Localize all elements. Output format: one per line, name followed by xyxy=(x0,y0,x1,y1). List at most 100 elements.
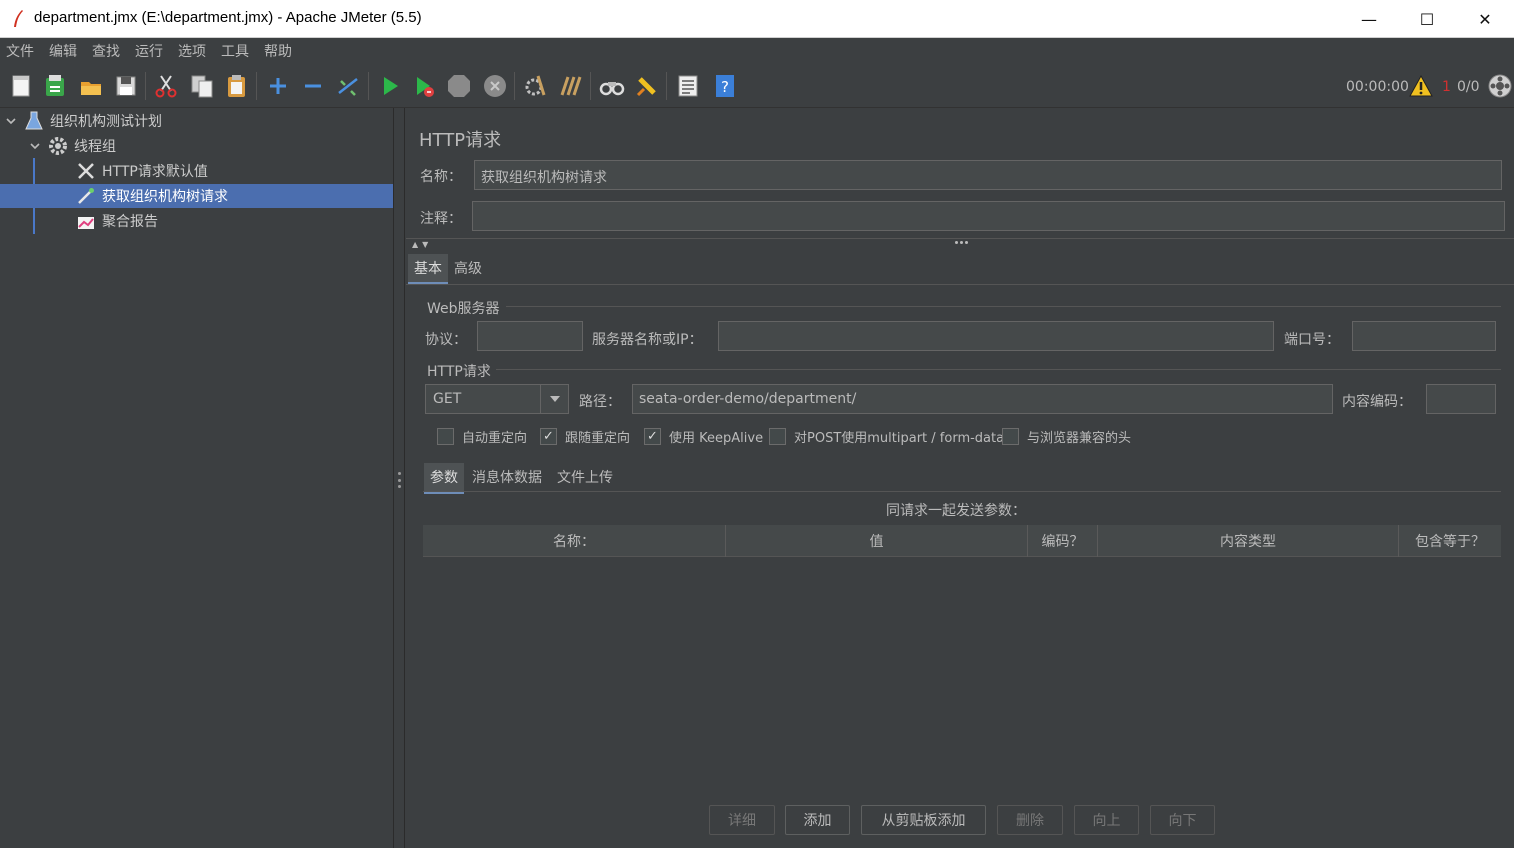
move-down-button[interactable]: 向下 xyxy=(1150,805,1215,835)
column-encode[interactable]: 编码？ xyxy=(1028,525,1098,557)
http-request-legend: HTTP请求 xyxy=(427,364,491,380)
toolbar: ? 00:00:00 1 0/0 xyxy=(0,64,1514,108)
svg-text:?: ? xyxy=(721,78,729,96)
vertical-splitter[interactable] xyxy=(393,108,405,848)
remote-status-icon xyxy=(1486,72,1514,100)
http-request-panel: HTTP请求 名称： 获取组织机构树请求 注释： ▲▼ 基本 高级 Web服务器… xyxy=(406,108,1514,848)
protocol-field[interactable] xyxy=(477,321,583,351)
checkmark-icon[interactable]: ✓ xyxy=(644,428,661,445)
menu-help[interactable]: 帮助 xyxy=(258,41,301,61)
protocol-label: 协议： xyxy=(425,332,467,348)
server-field[interactable] xyxy=(718,321,1274,351)
pipette-icon xyxy=(76,186,96,206)
flask-icon xyxy=(24,111,44,131)
encoding-field[interactable] xyxy=(1426,384,1496,414)
open-icon[interactable] xyxy=(77,72,105,100)
tools-icon xyxy=(76,161,96,181)
collapse-icon[interactable] xyxy=(299,72,327,100)
tab-body-data[interactable]: 消息体数据 xyxy=(466,463,548,491)
splitter-arrows-icon[interactable]: ▲▼ xyxy=(412,240,432,249)
chart-icon xyxy=(76,211,96,231)
web-server-legend: Web服务器 xyxy=(427,301,500,317)
chevron-down-icon[interactable] xyxy=(4,114,18,128)
cut-icon[interactable] xyxy=(152,72,180,100)
copy-icon[interactable] xyxy=(188,72,216,100)
add-from-clipboard-button[interactable]: 从剪贴板添加 xyxy=(861,805,986,835)
jmeter-feather-icon xyxy=(10,9,26,29)
menu-file[interactable]: 文件 xyxy=(0,41,43,61)
checkbox-box[interactable] xyxy=(437,428,454,445)
column-name[interactable]: 名称： xyxy=(423,525,726,557)
clear-all-icon[interactable] xyxy=(557,72,585,100)
menu-options[interactable]: 选项 xyxy=(172,41,215,61)
stop-icon[interactable] xyxy=(445,72,473,100)
path-label: 路径： xyxy=(579,394,621,410)
start-no-pause-icon[interactable] xyxy=(411,72,439,100)
column-value[interactable]: 值 xyxy=(726,525,1028,557)
tree-label-aggregate-report: 聚合报告 xyxy=(102,214,158,230)
tree-label-http-request: 获取组织机构树请求 xyxy=(102,189,228,205)
checkmark-icon[interactable]: ✓ xyxy=(540,428,557,445)
help-icon[interactable]: ? xyxy=(711,72,739,100)
checkbox-label: 对POST使用multipart / form-data xyxy=(794,431,1005,446)
new-icon[interactable] xyxy=(7,72,35,100)
checkbox-box[interactable] xyxy=(1002,428,1019,445)
toggle-icon[interactable] xyxy=(334,72,362,100)
path-field[interactable]: seata-order-demo/department/ xyxy=(632,384,1333,414)
checkbox-label: 跟随重定向 xyxy=(565,431,631,446)
shutdown-icon[interactable] xyxy=(481,72,509,100)
delete-button[interactable]: 删除 xyxy=(997,805,1063,835)
horizontal-splitter[interactable]: ▲▼ xyxy=(406,238,1514,249)
method-select[interactable]: GET xyxy=(425,384,569,414)
tab-basic[interactable]: 基本 xyxy=(408,254,448,285)
expand-icon[interactable] xyxy=(264,72,292,100)
checkbox-follow-redirects[interactable]: ✓ 跟随重定向 xyxy=(540,427,630,446)
warning-icon[interactable] xyxy=(1407,72,1435,100)
window-title: department.jmx (E:\department.jmx) - Apa… xyxy=(34,9,422,26)
active-threads: 0/0 xyxy=(1457,79,1480,95)
tree-node-http-defaults[interactable]: HTTP请求默认值 xyxy=(0,159,393,183)
column-include-equals[interactable]: 包含等于？ xyxy=(1399,525,1501,557)
move-up-button[interactable]: 向上 xyxy=(1074,805,1139,835)
templates-icon[interactable] xyxy=(41,72,69,100)
params-caption: 同请求一起发送参数： xyxy=(886,503,1026,519)
function-helper-icon[interactable] xyxy=(674,72,702,100)
start-icon[interactable] xyxy=(376,72,404,100)
tree-node-aggregate-report[interactable]: 聚合报告 xyxy=(0,209,393,233)
checkbox-keepalive[interactable]: ✓ 使用 KeepAlive xyxy=(644,427,763,446)
port-field[interactable] xyxy=(1352,321,1496,351)
minimize-button[interactable]: — xyxy=(1340,0,1398,38)
tree-node-thread-group[interactable]: 线程组 xyxy=(0,134,393,158)
chevron-down-icon[interactable] xyxy=(540,385,568,413)
close-button[interactable]: ✕ xyxy=(1456,0,1514,38)
column-content-type[interactable]: 内容类型 xyxy=(1098,525,1399,557)
add-button[interactable]: 添加 xyxy=(785,805,850,835)
reset-search-icon[interactable] xyxy=(633,72,661,100)
tree-node-http-request[interactable]: 获取组织机构树请求 xyxy=(0,184,393,208)
save-icon[interactable] xyxy=(112,72,140,100)
paste-icon[interactable] xyxy=(223,72,251,100)
checkbox-auto-redirect[interactable]: 自动重定向 xyxy=(437,427,527,446)
name-field[interactable]: 获取组织机构树请求 xyxy=(474,160,1502,190)
maximize-button[interactable]: ☐ xyxy=(1398,0,1456,38)
checkbox-browser-headers[interactable]: 与浏览器兼容的头 xyxy=(1002,427,1131,446)
chevron-down-icon[interactable] xyxy=(28,139,42,153)
comment-field[interactable] xyxy=(472,201,1505,231)
checkbox-label: 使用 KeepAlive xyxy=(669,431,764,446)
menu-edit[interactable]: 编辑 xyxy=(43,41,86,61)
menu-search[interactable]: 查找 xyxy=(86,41,129,61)
checkbox-box[interactable] xyxy=(769,428,786,445)
error-count: 1 xyxy=(1442,79,1451,95)
search-icon[interactable] xyxy=(598,72,626,100)
method-value: GET xyxy=(433,391,462,407)
tab-parameters[interactable]: 参数 xyxy=(424,463,464,494)
detail-button[interactable]: 详细 xyxy=(709,805,775,835)
checkbox-multipart[interactable]: 对POST使用multipart / form-data xyxy=(769,427,1004,446)
clear-icon[interactable] xyxy=(521,72,549,100)
page-title: HTTP请求 xyxy=(419,130,502,151)
menu-run[interactable]: 运行 xyxy=(129,41,172,61)
tab-file-upload[interactable]: 文件上传 xyxy=(551,463,619,491)
tree-node-test-plan[interactable]: 组织机构测试计划 xyxy=(0,109,393,133)
tab-advanced[interactable]: 高级 xyxy=(448,254,488,282)
menu-tools[interactable]: 工具 xyxy=(215,41,258,61)
